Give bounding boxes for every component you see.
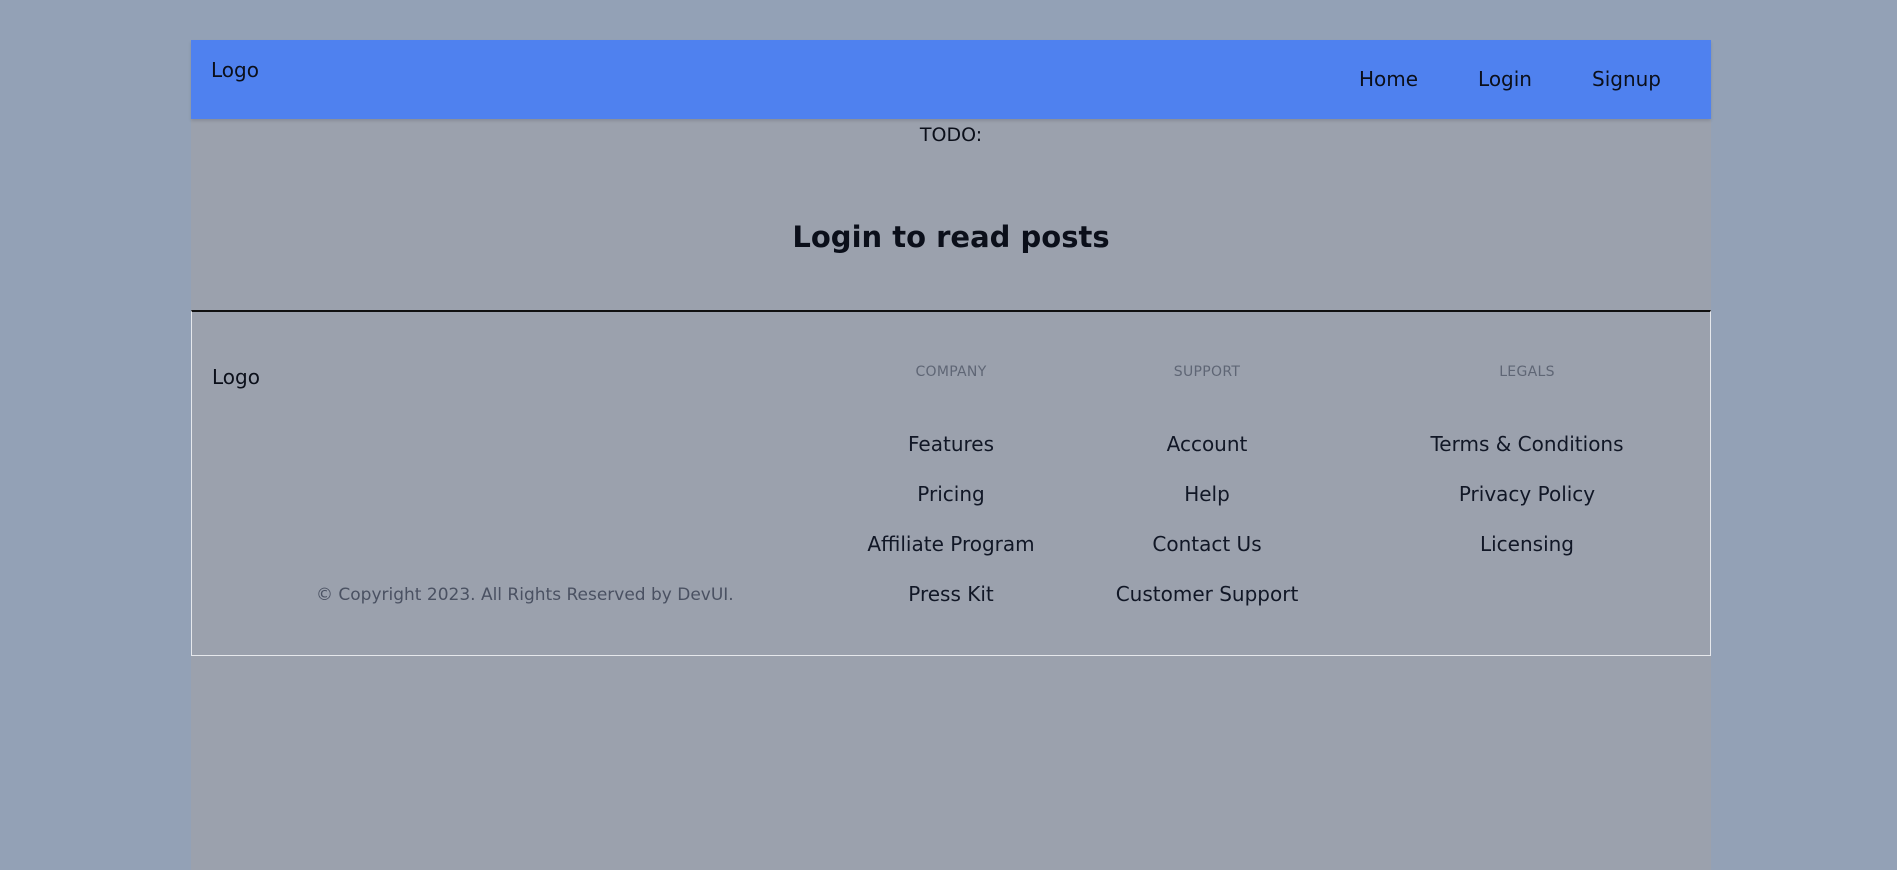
- nav-link-home[interactable]: Home: [1359, 67, 1418, 91]
- page-heading: Login to read posts: [792, 220, 1110, 254]
- navbar: Logo Home Login Signup: [191, 40, 1711, 119]
- footer-link-licensing[interactable]: Licensing: [1480, 532, 1574, 556]
- list-item: Affiliate Program: [867, 532, 1034, 582]
- todo-text: TODO:: [919, 124, 983, 146]
- list-item: Features: [867, 432, 1034, 482]
- footer-column-heading: LEGALS: [1499, 364, 1555, 380]
- list-item: Privacy Policy: [1430, 482, 1623, 532]
- footer-column-company: COMPANY Features Pricing Affiliate Progr…: [867, 364, 1034, 632]
- nav-links: Home Login Signup: [1359, 67, 1661, 91]
- footer-logo[interactable]: Logo: [212, 365, 260, 389]
- footer-link-customer-support[interactable]: Customer Support: [1116, 582, 1299, 606]
- footer-link-list: Account Help Contact Us Customer Support: [1116, 432, 1299, 632]
- footer-link-list: Features Pricing Affiliate Program Press…: [867, 432, 1034, 632]
- list-item: Contact Us: [1116, 532, 1299, 582]
- list-item: Customer Support: [1116, 582, 1299, 632]
- nav-link-login[interactable]: Login: [1478, 67, 1532, 91]
- list-item: Account: [1116, 432, 1299, 482]
- list-item: Terms & Conditions: [1430, 432, 1623, 482]
- page-shell: Logo Home Login Signup TODO: Login to re…: [191, 40, 1711, 870]
- footer-column-heading: COMPANY: [915, 364, 987, 380]
- footer-column-legals: LEGALS Terms & Conditions Privacy Policy…: [1430, 364, 1623, 582]
- footer: Logo © Copyright 2023. All Rights Reserv…: [191, 310, 1711, 656]
- footer-link-features[interactable]: Features: [908, 432, 994, 456]
- footer-link-help[interactable]: Help: [1184, 482, 1230, 506]
- copyright-text: © Copyright 2023. All Rights Reserved by…: [316, 585, 734, 605]
- list-item: Pricing: [867, 482, 1034, 532]
- footer-link-pricing[interactable]: Pricing: [917, 482, 984, 506]
- footer-column-support: SUPPORT Account Help Contact Us Customer…: [1116, 364, 1299, 632]
- footer-link-affiliate-program[interactable]: Affiliate Program: [867, 532, 1034, 556]
- list-item: Help: [1116, 482, 1299, 532]
- footer-link-account[interactable]: Account: [1167, 432, 1248, 456]
- list-item: Press Kit: [867, 582, 1034, 632]
- footer-link-list: Terms & Conditions Privacy Policy Licens…: [1430, 432, 1623, 582]
- nav-logo[interactable]: Logo: [211, 58, 259, 82]
- footer-link-terms-conditions[interactable]: Terms & Conditions: [1430, 432, 1623, 456]
- list-item: Licensing: [1430, 532, 1623, 582]
- nav-link-signup[interactable]: Signup: [1592, 67, 1661, 91]
- footer-column-heading: SUPPORT: [1173, 364, 1241, 380]
- footer-link-privacy-policy[interactable]: Privacy Policy: [1459, 482, 1595, 506]
- footer-link-press-kit[interactable]: Press Kit: [908, 582, 994, 606]
- footer-link-contact-us[interactable]: Contact Us: [1152, 532, 1261, 556]
